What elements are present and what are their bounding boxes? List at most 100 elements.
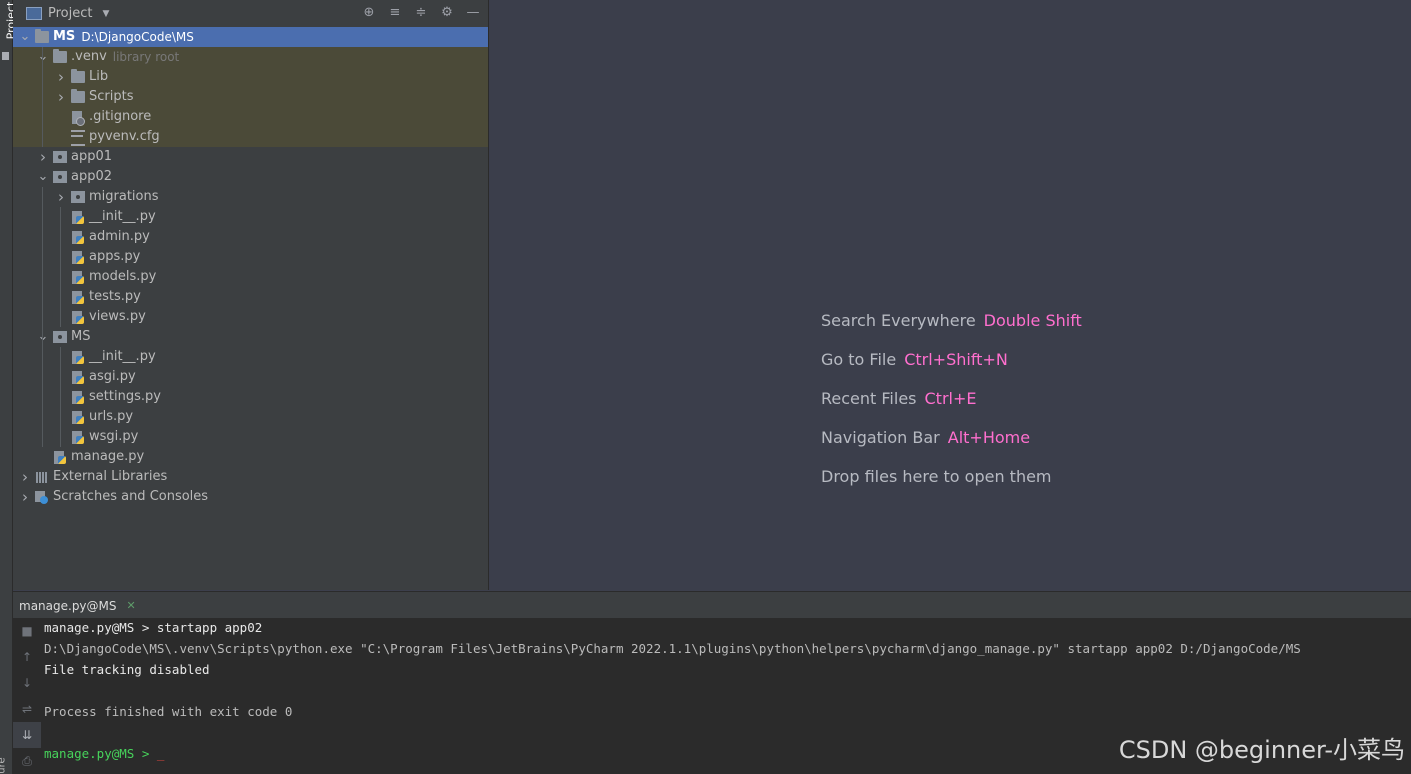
editor-hint: Drop files here to open them xyxy=(821,467,1052,486)
editor-hint: Search Everywhere Double Shift xyxy=(821,311,1082,330)
tree-item[interactable]: manage.py xyxy=(13,447,488,467)
structure-icon[interactable] xyxy=(2,52,9,60)
stop-icon[interactable]: ■ xyxy=(13,618,41,644)
chevron-right-icon[interactable]: › xyxy=(19,487,31,507)
tree-item-label: MS xyxy=(53,29,76,44)
hint-text: Navigation Bar xyxy=(821,428,940,447)
scratches-icon xyxy=(35,491,49,504)
tree-item-label: MS xyxy=(71,329,91,344)
tree-item[interactable]: › Scripts xyxy=(13,87,488,107)
tree-item-label: settings.py xyxy=(89,389,161,404)
locate-file-icon[interactable]: ⊕ xyxy=(360,5,378,20)
project-window-icon xyxy=(26,7,42,20)
tree-item[interactable]: › Scratches and Consoles xyxy=(13,487,488,507)
tree-item-label: .gitignore xyxy=(89,109,152,124)
arrow-up-icon[interactable]: ↑ xyxy=(13,644,41,670)
soft-wrap-icon[interactable]: ⇌ xyxy=(13,696,41,722)
tree-item[interactable]: models.py xyxy=(13,267,488,287)
project-tree: ⌄ MS D:\DjangoCode\MS ⌄ .venv library root › Li… xyxy=(13,27,488,507)
tool-window-strip: Project ure xyxy=(0,0,17,774)
project-panel-header: Project ▼ ⊕ ≡ ≑ ⚙ — xyxy=(13,0,488,27)
folder-icon xyxy=(71,69,85,83)
python-file-icon xyxy=(53,451,67,464)
chevron-right-icon[interactable]: › xyxy=(55,67,67,87)
chevron-down-icon[interactable]: ⌄ xyxy=(37,50,49,63)
tree-item-hint: library root xyxy=(112,50,180,64)
arrow-down-icon[interactable]: ↓ xyxy=(13,670,41,696)
run-tab-manage[interactable]: manage.py@MS xyxy=(13,599,117,613)
hint-text: Go to File xyxy=(821,350,897,369)
text-file-icon xyxy=(71,130,85,146)
tree-item[interactable]: › migrations xyxy=(13,187,488,207)
collapse-all-icon[interactable]: ≑ xyxy=(412,5,430,20)
python-file-icon xyxy=(71,431,85,444)
tree-item-label: app02 xyxy=(71,169,113,184)
close-icon[interactable]: ✕ xyxy=(127,599,136,612)
editor-empty-state: Search Everywhere Double Shift Go to File C… xyxy=(489,0,1411,590)
tree-item-label: __init__.py xyxy=(89,349,156,364)
tree-item-label: Scratches and Consoles xyxy=(53,489,209,504)
tree-item[interactable]: __init__.py xyxy=(13,347,488,367)
chevron-right-icon[interactable]: › xyxy=(55,187,67,207)
chevron-right-icon[interactable]: › xyxy=(19,467,31,487)
tree-item-label: __init__.py xyxy=(89,209,156,224)
tree-item[interactable]: ⌄ MS D:\DjangoCode\MS xyxy=(13,27,488,47)
chevron-down-icon[interactable]: ⌄ xyxy=(37,170,49,183)
tree-item-label: tests.py xyxy=(89,289,141,304)
structure-tool-tab[interactable]: ure xyxy=(0,757,8,773)
tree-item-path: D:\DjangoCode\MS xyxy=(81,30,194,44)
hint-text: Search Everywhere xyxy=(821,311,976,330)
tree-item[interactable]: › app01 xyxy=(13,147,488,167)
scroll-to-end-icon[interactable]: ⇊ xyxy=(13,722,41,748)
chevron-right-icon[interactable]: › xyxy=(55,87,67,107)
tree-guide-line xyxy=(60,347,61,447)
tree-item[interactable]: urls.py xyxy=(13,407,488,427)
tree-item[interactable]: wsgi.py xyxy=(13,427,488,447)
python-file-icon xyxy=(71,291,85,304)
project-panel: Project ▼ ⊕ ≡ ≑ ⚙ — ⌄ MS D:\DjangoCode\MS ⌄… xyxy=(13,0,489,590)
print-icon[interactable]: ⎙ xyxy=(13,748,41,774)
tree-item[interactable]: › External Libraries xyxy=(13,467,488,487)
python-file-icon xyxy=(71,231,85,244)
console-prompt: manage.py@MS > xyxy=(44,746,157,761)
chevron-down-icon[interactable]: ⌄ xyxy=(19,30,31,43)
tree-item[interactable]: ⌄ MS xyxy=(13,327,488,347)
package-icon xyxy=(53,171,67,183)
python-file-icon xyxy=(71,351,85,364)
package-icon xyxy=(53,151,67,163)
gitignore-file-icon xyxy=(71,111,85,126)
tree-item[interactable]: apps.py xyxy=(13,247,488,267)
tree-item[interactable]: tests.py xyxy=(13,287,488,307)
tree-item-label: Lib xyxy=(89,69,109,84)
editor-hint: Navigation Bar Alt+Home xyxy=(821,428,1030,447)
tree-item[interactable]: views.py xyxy=(13,307,488,327)
gear-icon[interactable]: ⚙ xyxy=(438,5,456,20)
tree-item-label: manage.py xyxy=(71,449,145,464)
minimize-icon[interactable]: — xyxy=(464,5,482,20)
tree-item[interactable]: › Lib xyxy=(13,67,488,87)
tree-item-label: app01 xyxy=(71,149,113,164)
console-prompt-line[interactable]: manage.py@MS > _ xyxy=(44,746,164,761)
expand-all-icon[interactable]: ≡ xyxy=(386,5,404,20)
chevron-down-icon[interactable]: ⌄ xyxy=(37,330,49,343)
tree-item-label: wsgi.py xyxy=(89,429,139,444)
tree-item[interactable]: admin.py xyxy=(13,227,488,247)
tree-item[interactable]: pyvenv.cfg xyxy=(13,127,488,147)
python-file-icon xyxy=(71,311,85,324)
editor-hint: Recent Files Ctrl+E xyxy=(821,389,976,408)
tree-item[interactable]: .gitignore xyxy=(13,107,488,127)
tree-item[interactable]: ⌄ app02 xyxy=(13,167,488,187)
console-line-tracking: File tracking disabled xyxy=(44,662,210,677)
run-toolbar: ■ ↑ ↓ ⇌ ⇊ ⎙ xyxy=(13,618,41,774)
console-line-exec: D:\DjangoCode\MS\.venv\Scripts\python.ex… xyxy=(44,641,1301,656)
chevron-down-icon[interactable]: ▼ xyxy=(102,9,109,19)
tree-item[interactable]: settings.py xyxy=(13,387,488,407)
tree-item[interactable]: ⌄ .venv library root xyxy=(13,47,488,67)
project-panel-title[interactable]: Project xyxy=(48,6,92,21)
chevron-right-icon[interactable]: › xyxy=(37,147,49,167)
tree-item[interactable]: asgi.py xyxy=(13,367,488,387)
hint-shortcut: Ctrl+Shift+N xyxy=(904,350,1008,369)
tree-item[interactable]: __init__.py xyxy=(13,207,488,227)
tree-item-label: admin.py xyxy=(89,229,150,244)
tree-guide-line xyxy=(42,187,43,447)
